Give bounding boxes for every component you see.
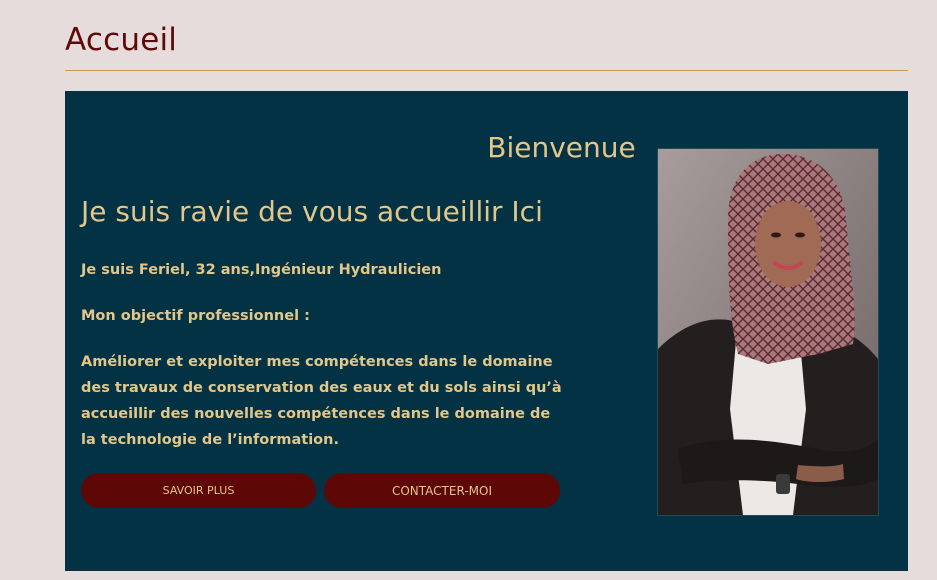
learn-more-button[interactable]: SAVOIR PLUS [81, 473, 316, 508]
hero-section: Bienvenue Je suis ravie de vous accueill… [65, 91, 908, 571]
hero-subheading: Je suis ravie de vous accueillir Ici [81, 195, 543, 228]
contact-button[interactable]: CONTACTER-MOI [324, 473, 560, 508]
profile-photo [657, 148, 879, 516]
page-title: Accueil [65, 22, 178, 58]
intro-text: Je suis Feriel, 32 ans,Ingénieur Hydraul… [81, 262, 442, 278]
title-divider [65, 70, 908, 71]
objective-label: Mon objectif professionnel : [81, 308, 310, 324]
profile-photo-illustration [658, 149, 878, 515]
objective-text: Améliorer et exploiter mes compétences d… [81, 354, 562, 448]
